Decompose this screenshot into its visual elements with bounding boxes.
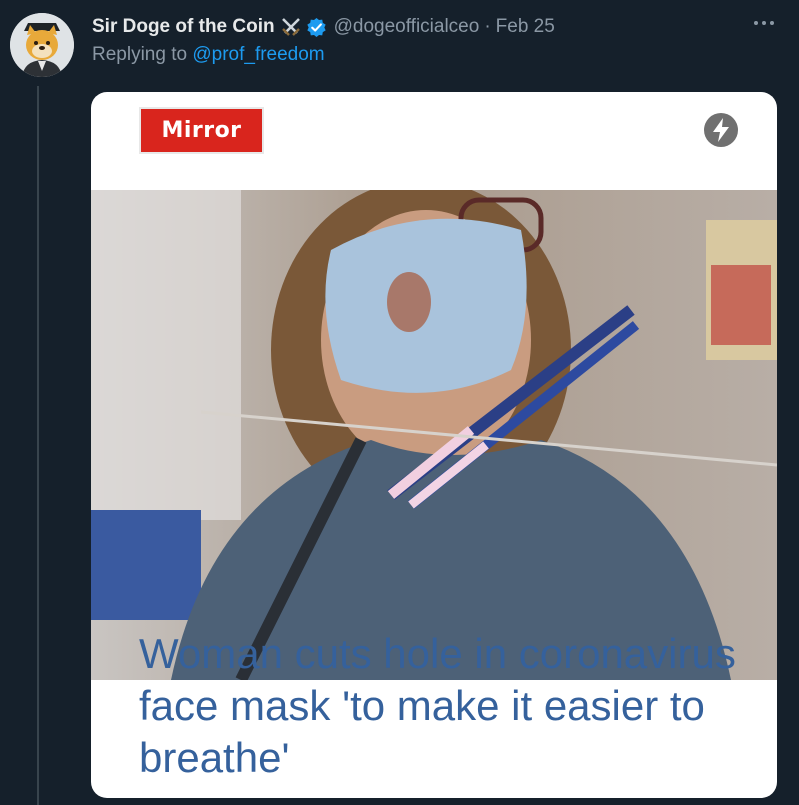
lightning-bolt-icon [703,112,739,148]
handle[interactable]: @dogeofficialceo [334,16,480,38]
reply-prefix: Replying to [92,44,193,65]
tweet[interactable]: Sir Doge of the Coin @dogeofficialceo · … [0,0,799,805]
article-headline: Woman cuts hole in coronavirus face mask… [139,630,736,781]
brand-logo: Mirror [139,107,264,154]
separator: · [484,16,491,37]
avatar[interactable] [10,13,74,77]
swords-icon [280,16,302,38]
media-card[interactable]: Mirror Woman cuts hole in coronavirus fa… [91,92,777,798]
tweet-date[interactable]: Feb 25 [496,16,555,38]
verified-icon [306,17,327,38]
reply-mention-link[interactable]: @prof_freedom [192,44,324,65]
more-icon[interactable] [751,16,777,30]
tweet-header: Sir Doge of the Coin @dogeofficialceo · … [92,13,555,41]
replying-to: Replying to @prof_freedom [92,44,325,66]
display-name[interactable]: Sir Doge of the Coin [92,16,275,38]
article-photo [91,180,777,683]
thread-line [37,86,39,805]
